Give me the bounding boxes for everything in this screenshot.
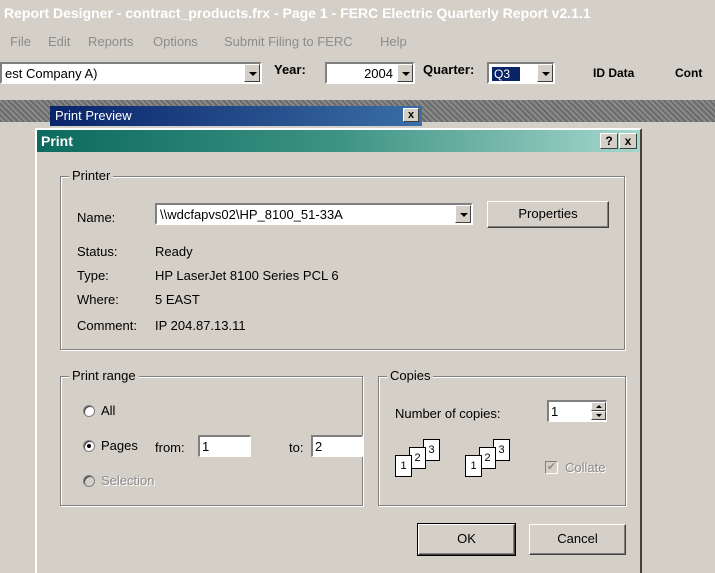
radio-all-label[interactable]: All <box>101 403 115 418</box>
type-label: Type: <box>77 268 109 283</box>
printer-name-dropdown-button[interactable] <box>455 205 471 223</box>
radio-pages-label[interactable]: Pages <box>101 438 138 453</box>
menu-reports[interactable]: Reports <box>88 34 134 49</box>
printer-group: Printer Name: \\wdcfapvs02\HP_8100_51-33… <box>60 168 625 350</box>
menu-file[interactable]: File <box>10 34 31 49</box>
menu-help[interactable]: Help <box>380 34 407 49</box>
arrow-up-icon <box>596 405 602 408</box>
to-page-value: 2 <box>315 439 323 454</box>
year-select-value: 2004 <box>364 66 393 81</box>
collate-page-icon: 1 <box>395 455 412 477</box>
radio-pages[interactable] <box>83 440 95 452</box>
status-label: Status: <box>77 244 118 259</box>
ok-button[interactable]: OK <box>417 523 516 556</box>
company-select-dropdown-button[interactable] <box>244 64 260 82</box>
number-of-copies-label: Number of copies: <box>395 406 501 421</box>
chevron-down-icon <box>402 72 410 76</box>
printer-name-select[interactable]: \\wdcfapvs02\HP_8100_51-33A <box>155 203 473 225</box>
quarter-label: Quarter: <box>423 62 475 77</box>
help-button[interactable]: ? <box>600 133 618 149</box>
spin-down-button[interactable] <box>591 411 606 420</box>
menu-submit-filing[interactable]: Submit Filing to FERC <box>224 34 353 49</box>
chevron-down-icon <box>460 213 468 217</box>
printer-name-value: \\wdcfapvs02\HP_8100_51-33A <box>160 207 343 222</box>
id-data-tab[interactable]: ID Data <box>593 66 634 80</box>
menu-options[interactable]: Options <box>153 34 198 49</box>
copies-spin-buttons[interactable] <box>591 402 606 420</box>
print-range-group: Print range All Pages from: 1 to: 2 Sele… <box>60 368 363 506</box>
printer-name-label: Name: <box>77 210 116 225</box>
chevron-down-icon <box>542 72 550 76</box>
print-dialog-titlebar: Print ? x <box>37 130 640 152</box>
print-range-group-label: Print range <box>69 368 139 383</box>
radio-all[interactable] <box>83 405 95 417</box>
print-preview-close-button[interactable]: x <box>403 108 419 122</box>
close-icon: x <box>407 109 415 121</box>
main-window-title: Report Designer - contract_products.frx … <box>0 0 715 26</box>
copies-group: Copies Number of copies: 1 3 2 1 3 2 1 ✔… <box>378 368 626 506</box>
company-select[interactable]: est Company A) <box>0 62 262 84</box>
where-value: 5 EAST <box>155 292 200 307</box>
print-preview-title: Print Preview <box>55 108 132 123</box>
year-label: Year: <box>274 62 306 77</box>
year-select[interactable]: 2004 <box>325 62 415 84</box>
checkmark-icon: ✔ <box>546 461 557 473</box>
close-icon: x <box>624 134 632 148</box>
year-select-dropdown-button[interactable] <box>397 64 413 82</box>
collate-illustration: 3 2 1 <box>395 439 465 484</box>
copies-group-label: Copies <box>387 368 434 383</box>
menu-bar: File Edit Reports Options Submit Filing … <box>0 26 715 56</box>
radio-selected-dot <box>87 444 91 448</box>
collate-illustration: 3 2 1 <box>465 439 535 484</box>
copies-spinner-value: 1 <box>551 404 559 419</box>
properties-button[interactable]: Properties <box>487 201 609 228</box>
status-value: Ready <box>155 244 193 259</box>
collate-page-icon: 1 <box>465 455 482 477</box>
comment-value: IP 204.87.13.11 <box>155 318 246 333</box>
print-dialog-title: Print <box>41 133 73 149</box>
quarter-select-value: Q3 <box>492 67 521 81</box>
print-preview-titlebar: Print Preview x <box>50 106 422 126</box>
spin-up-button[interactable] <box>591 402 606 411</box>
toolbar: est Company A) Year: 2004 Quarter: Q3 ID… <box>0 56 715 96</box>
where-label: Where: <box>77 292 119 307</box>
dialog-close-button[interactable]: x <box>619 133 637 149</box>
comment-label: Comment: <box>77 318 137 333</box>
from-page-input[interactable]: 1 <box>198 435 251 457</box>
radio-selection[interactable] <box>83 475 95 487</box>
print-dialog: Print ? x Printer Name: \\wdcfapvs02\HP_… <box>35 128 642 573</box>
copies-spinner[interactable]: 1 <box>547 400 607 422</box>
arrow-down-icon <box>596 414 602 417</box>
chevron-down-icon <box>249 72 257 76</box>
company-select-value: est Company A) <box>5 66 98 81</box>
from-page-value: 1 <box>202 439 210 454</box>
help-icon: ? <box>605 134 613 148</box>
quarter-select[interactable]: Q3 <box>487 62 555 84</box>
radio-selection-label[interactable]: Selection <box>101 473 154 488</box>
menu-edit[interactable]: Edit <box>48 34 70 49</box>
to-label: to: <box>289 440 304 455</box>
quarter-select-dropdown-button[interactable] <box>537 64 553 82</box>
printer-group-label: Printer <box>69 168 114 183</box>
collate-checkbox[interactable]: ✔ <box>545 461 558 474</box>
type-value: HP LaserJet 8100 Series PCL 6 <box>155 268 339 283</box>
cont-tab[interactable]: Cont <box>675 66 702 80</box>
cancel-button[interactable]: Cancel <box>529 524 626 555</box>
collate-label[interactable]: Collate <box>565 460 605 475</box>
from-label: from: <box>155 440 185 455</box>
to-page-input[interactable]: 2 <box>311 435 363 457</box>
